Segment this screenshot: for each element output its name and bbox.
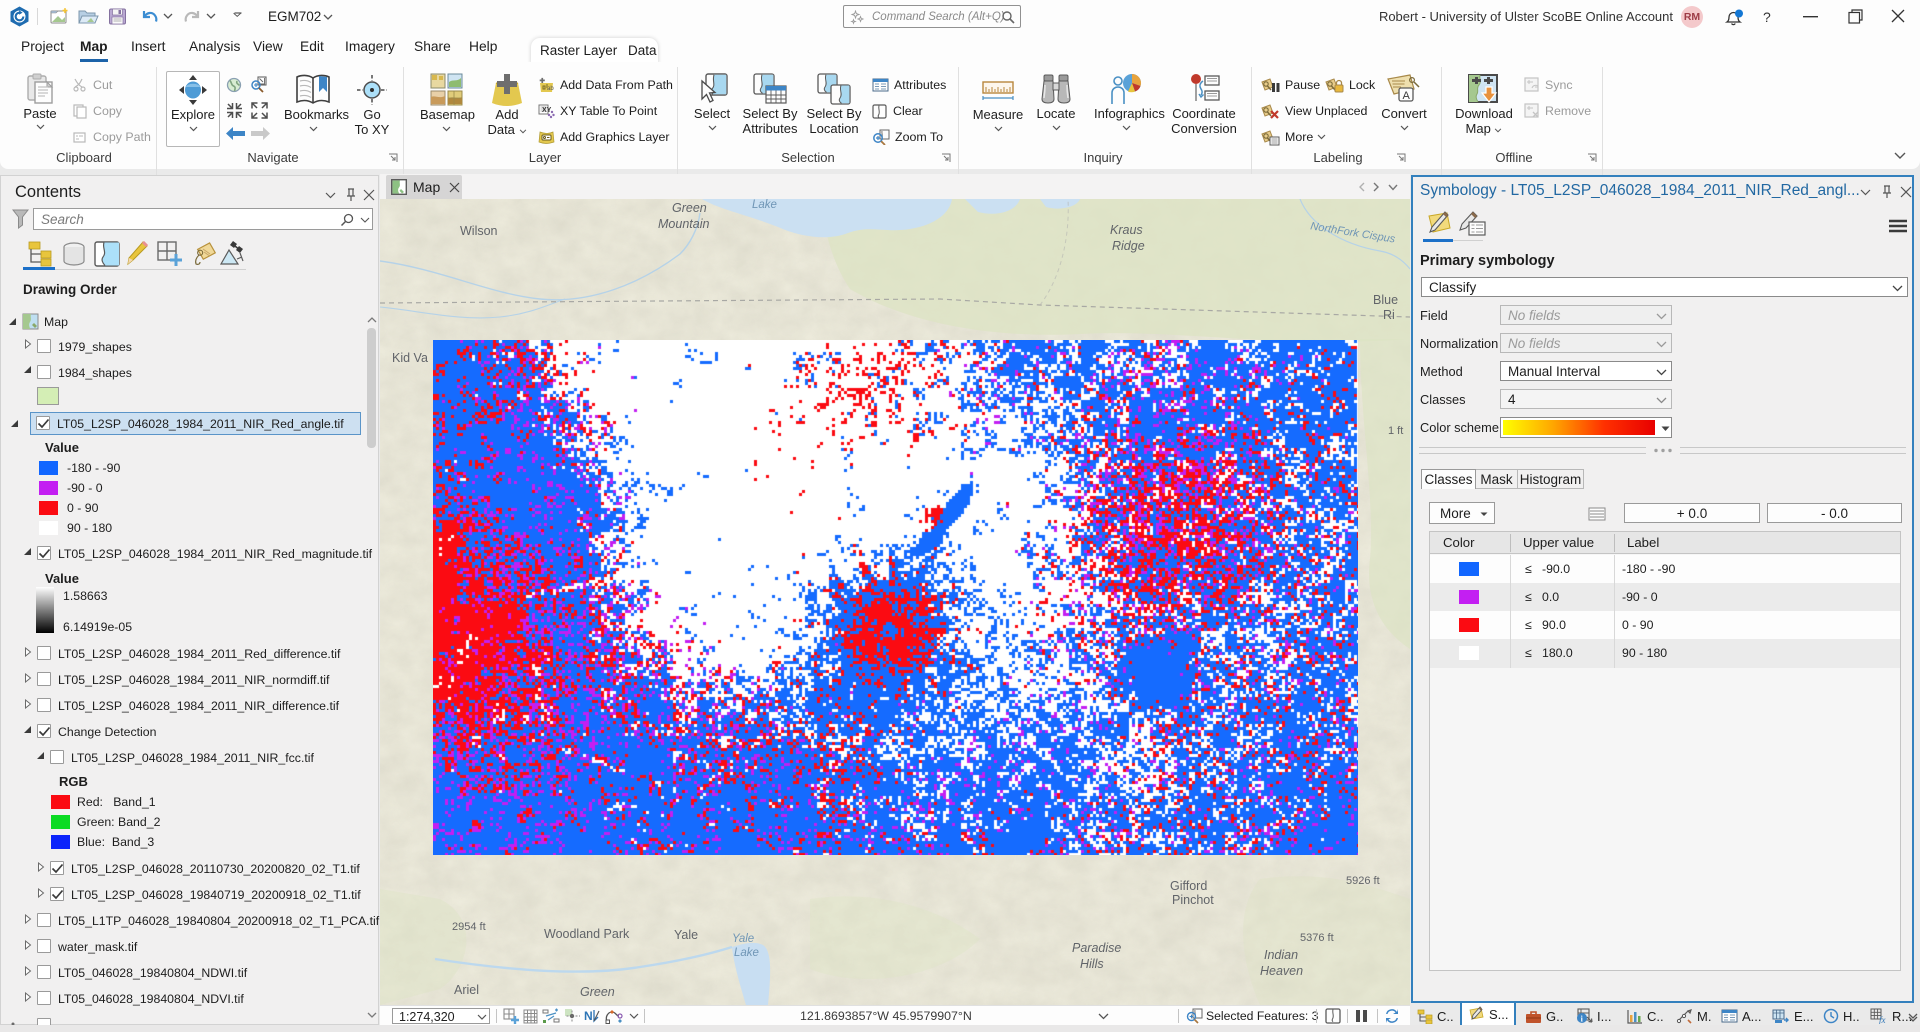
svg-text:fx: fx (1879, 1015, 1886, 1024)
svg-text:N: N (584, 1009, 593, 1023)
svg-text:ab: ab (547, 86, 554, 92)
svg-text:A: A (1403, 90, 1411, 102)
svg-text:XY: XY (542, 107, 552, 114)
